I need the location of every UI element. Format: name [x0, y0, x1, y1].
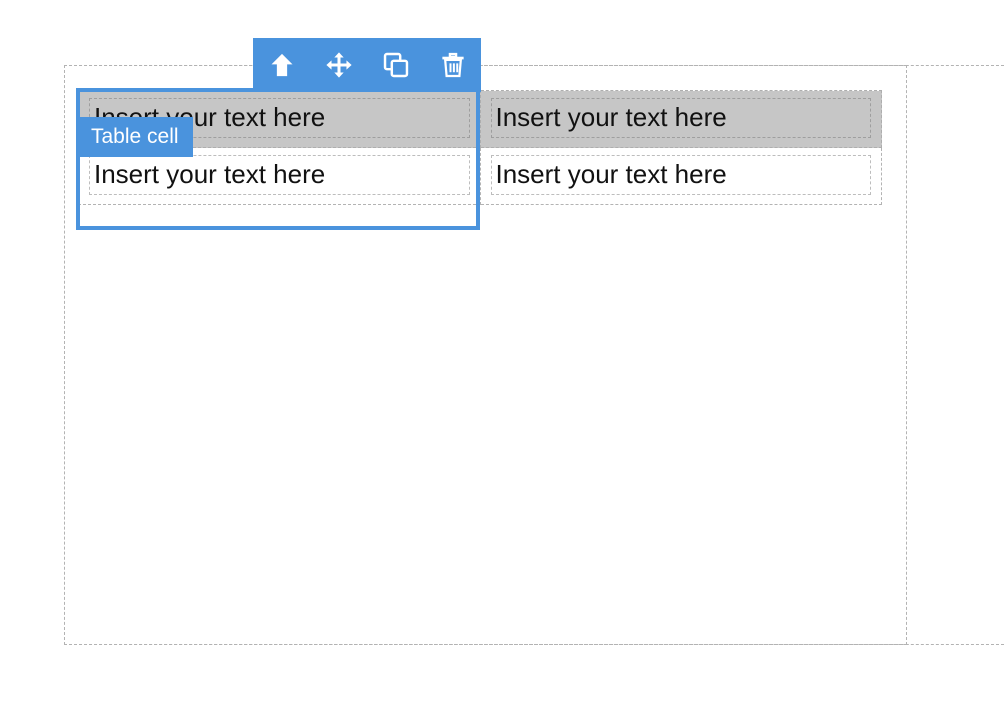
trash-icon	[439, 51, 467, 79]
delete-button[interactable]	[430, 42, 476, 88]
table-row[interactable]: Insert your text here Insert your text h…	[78, 90, 882, 148]
element-toolbar	[253, 38, 481, 92]
table-cell[interactable]: Insert your text here	[479, 90, 882, 148]
copy-icon	[382, 51, 410, 79]
duplicate-button[interactable]	[373, 42, 419, 88]
cell-placeholder-text[interactable]: Insert your text here	[490, 155, 871, 195]
cell-placeholder-text[interactable]: Insert your text here	[490, 98, 871, 138]
arrow-up-icon	[268, 51, 296, 79]
table-body: Insert your text here Insert your text h…	[78, 90, 882, 205]
table-container: Insert your text here Insert your text h…	[78, 90, 882, 205]
select-parent-button[interactable]	[259, 42, 305, 88]
content-table: Insert your text here Insert your text h…	[78, 90, 882, 205]
status-badge: Table cell	[76, 117, 193, 157]
table-cell[interactable]: Insert your text here	[479, 147, 882, 205]
table-row[interactable]: Insert your text here Insert your text h…	[78, 147, 882, 205]
move-arrows-icon	[325, 51, 353, 79]
move-button[interactable]	[316, 42, 362, 88]
cell-placeholder-text[interactable]: Insert your text here	[89, 155, 470, 195]
